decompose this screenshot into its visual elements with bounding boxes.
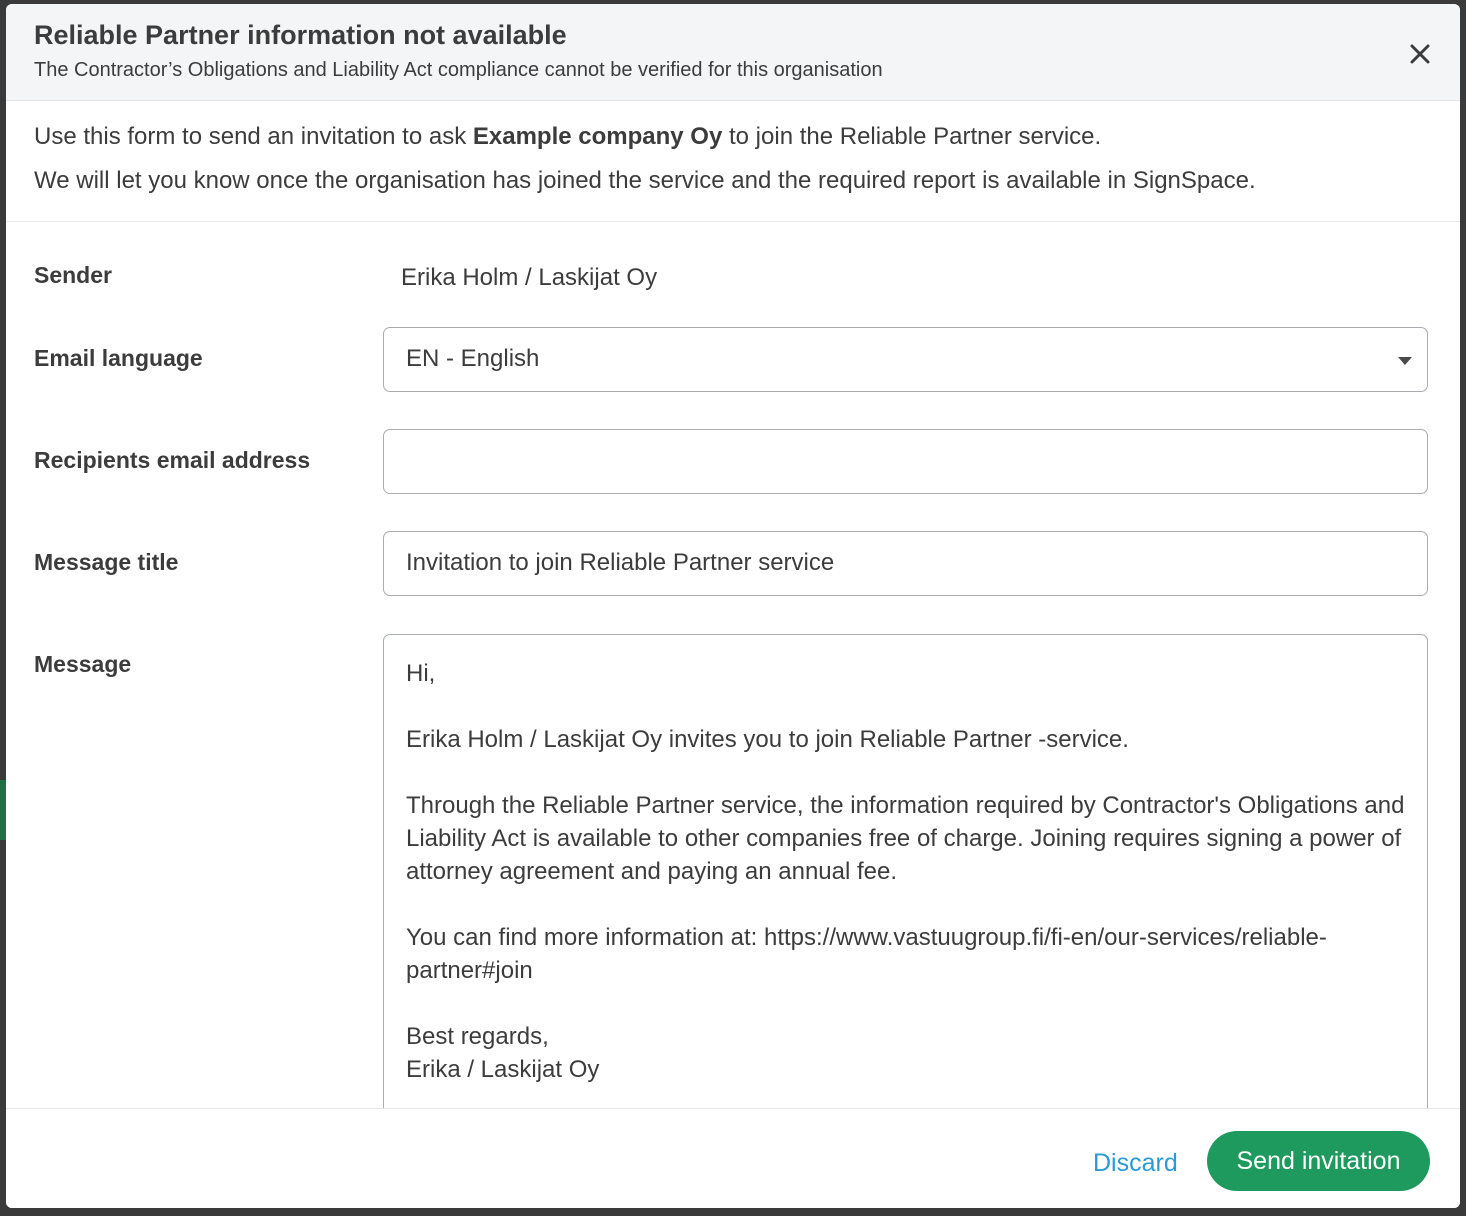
send-invitation-button[interactable]: Send invitation — [1207, 1131, 1430, 1191]
recipient-email-label: Recipients email address — [34, 447, 311, 473]
message-title-input[interactable]: Invitation to join Reliable Partner serv… — [383, 531, 1428, 596]
message-more-info: You can find more information at: https:… — [406, 924, 1327, 984]
dialog-title: Reliable Partner information not availab… — [34, 20, 567, 50]
intro-line-1: Use this form to send an invitation to a… — [34, 123, 1101, 151]
message-signature: Erika / Laskijat Oy — [406, 1056, 600, 1083]
invitation-dialog: Reliable Partner information not availab… — [6, 4, 1460, 1208]
message-title-value: Invitation to join Reliable Partner serv… — [406, 549, 835, 576]
company-name: Example company Oy — [472, 123, 723, 150]
intro-line-2: We will let you know once the organisati… — [34, 167, 1256, 194]
intro-text-pre: Use this form to send an invitation to a… — [34, 123, 473, 150]
dialog-subtitle: The Contractor’s Obligations and Liabili… — [34, 59, 883, 81]
close-icon — [1410, 44, 1430, 64]
intro-section: Use this form to send an invitation to a… — [6, 101, 1460, 222]
message-regards: Best regards, — [406, 1023, 549, 1050]
dialog-header: Reliable Partner information not availab… — [6, 4, 1460, 101]
message-label: Message — [34, 651, 132, 677]
dialog-footer: Discard Send invitation — [6, 1108, 1460, 1208]
message-content: Hi, Erika Holm / Laskijat Oy invites you… — [406, 657, 1406, 1086]
discard-button[interactable]: Discard — [1093, 1149, 1178, 1178]
email-language-label: Email language — [34, 345, 203, 371]
email-language-select[interactable]: EN - English — [383, 327, 1428, 392]
intro-text-post: to join the Reliable Partner service. — [722, 123, 1102, 150]
sender-value: Erika Holm / Laskijat Oy — [401, 264, 658, 291]
recipient-email-input[interactable] — [383, 429, 1428, 494]
chevron-down-icon — [1398, 357, 1412, 365]
message-body: Through the Reliable Partner service, th… — [406, 792, 1405, 885]
email-language-value: EN - English — [406, 345, 540, 372]
message-title-label: Message title — [34, 549, 179, 575]
message-invite: Erika Holm / Laskijat Oy invites you to … — [406, 726, 1129, 753]
sender-label: Sender — [34, 262, 112, 288]
message-greeting: Hi, — [406, 660, 436, 687]
message-textarea[interactable]: Hi, Erika Holm / Laskijat Oy invites you… — [383, 634, 1428, 1110]
close-button[interactable] — [1400, 34, 1440, 74]
